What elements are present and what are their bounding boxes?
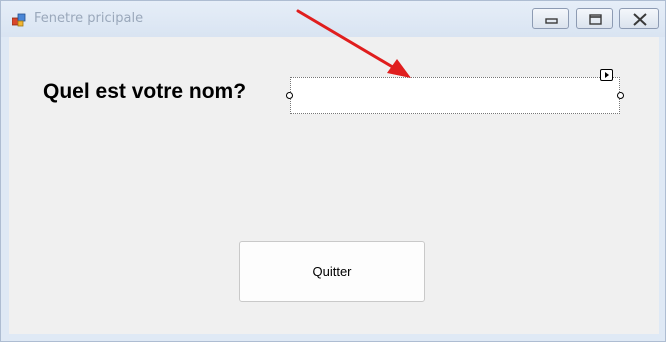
- name-prompt-label: Quel est votre nom?: [43, 80, 247, 103]
- title-bar[interactable]: Fenetre pricipale: [1, 1, 665, 37]
- resize-handle-left[interactable]: [286, 92, 293, 99]
- close-button[interactable]: [619, 8, 659, 29]
- resize-handle-right[interactable]: [617, 92, 624, 99]
- maximize-button[interactable]: [576, 8, 613, 29]
- close-icon: [633, 13, 647, 26]
- windows-form-icon: [11, 12, 26, 27]
- main-window: Fenetre pricipale Quel est votre nom? Qu…: [0, 0, 666, 342]
- minimize-icon: [545, 18, 558, 24]
- smart-tag-arrow-icon[interactable]: [600, 69, 613, 81]
- quit-button[interactable]: Quitter: [239, 241, 425, 302]
- minimize-button[interactable]: [532, 8, 569, 29]
- name-input[interactable]: [290, 77, 620, 114]
- maximize-icon: [589, 14, 602, 25]
- window-title: Fenetre pricipale: [34, 11, 144, 26]
